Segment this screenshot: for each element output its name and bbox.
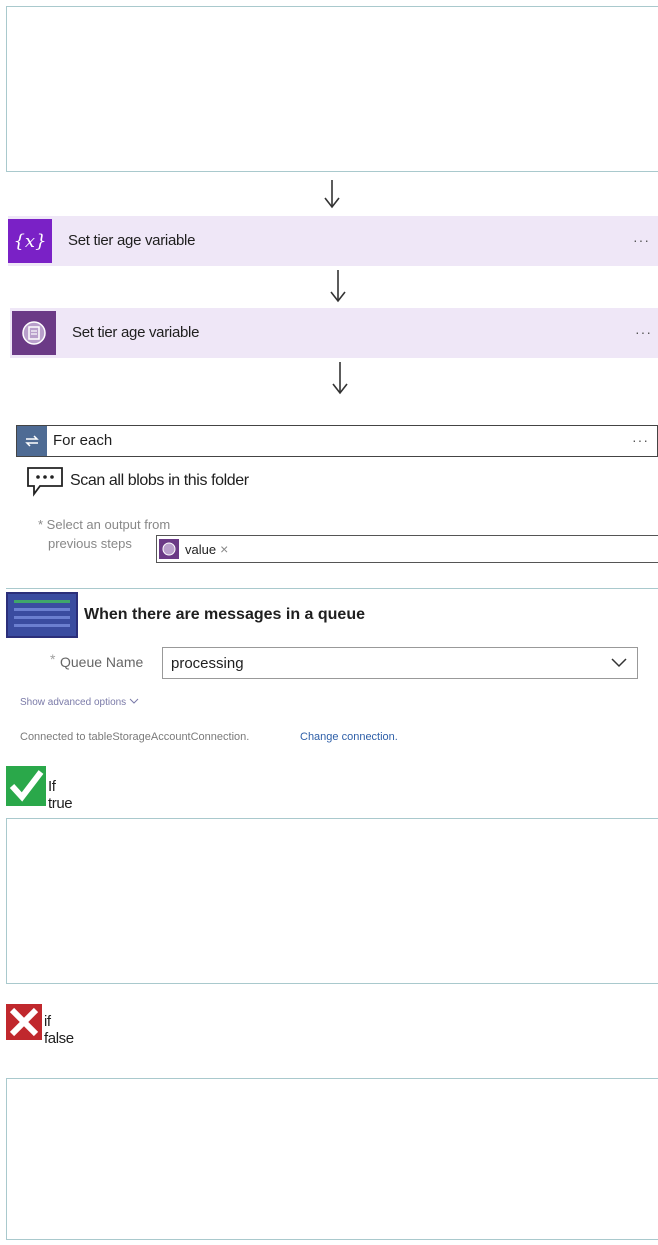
for-each-card[interactable]: For each ··· — [16, 425, 658, 457]
more-options-menu[interactable]: ··· — [635, 324, 652, 340]
if-true-label: If true — [48, 778, 73, 812]
more-options-menu[interactable]: ··· — [633, 232, 650, 248]
queue-icon — [6, 592, 78, 638]
required-marker: * — [50, 651, 56, 667]
if-false-action-box[interactable] — [6, 1078, 658, 1240]
change-connection-link[interactable]: Change connection. — [300, 731, 398, 743]
variable-icon: {x} — [8, 219, 52, 263]
loop-icon — [17, 426, 47, 456]
show-advanced-options-link[interactable]: Show advanced options — [20, 697, 139, 708]
expression-icon — [159, 539, 179, 559]
chevron-down-icon — [129, 697, 139, 708]
if-true-action-box[interactable] — [6, 818, 658, 984]
empty-action-box-top[interactable] — [6, 6, 658, 172]
card-title: Set tier age variable — [68, 232, 196, 249]
comment-text: Scan all blobs in this folder — [70, 472, 249, 489]
set-variable-card[interactable]: {x} Set tier age variable ··· — [8, 216, 658, 266]
queue-trigger-card[interactable]: When there are messages in a queue * Que… — [6, 588, 658, 761]
more-options-menu[interactable]: ··· — [632, 432, 649, 448]
chevron-down-icon — [611, 656, 627, 674]
select-output-input[interactable]: value × — [156, 535, 658, 563]
flow-arrow — [322, 178, 342, 210]
queue-name-select[interactable]: processing — [162, 647, 638, 679]
checkmark-icon — [6, 766, 46, 811]
cross-icon — [6, 1004, 42, 1045]
queue-name-label: Queue Name — [60, 654, 144, 670]
comment-icon — [26, 466, 64, 503]
token-label: value — [185, 541, 217, 557]
expression-icon — [12, 311, 56, 355]
connection-status: Connected to tableStorageAccountConnecti… — [20, 731, 250, 743]
if-false-label: if false — [44, 1013, 74, 1047]
for-each-title: For each — [53, 432, 113, 449]
queue-trigger-title: When there are messages in a queue — [84, 606, 365, 623]
dynamic-content-token[interactable]: value × — [159, 538, 228, 560]
select-output-label: * Select an output from previous steps — [38, 517, 171, 551]
card-title: Set tier age variable — [72, 324, 200, 341]
remove-token-icon[interactable]: × — [220, 541, 228, 557]
set-variable-card[interactable]: Set tier age variable ··· — [10, 308, 658, 358]
flow-arrow — [328, 268, 348, 303]
queue-name-value: processing — [171, 655, 244, 672]
flow-arrow — [330, 360, 350, 395]
